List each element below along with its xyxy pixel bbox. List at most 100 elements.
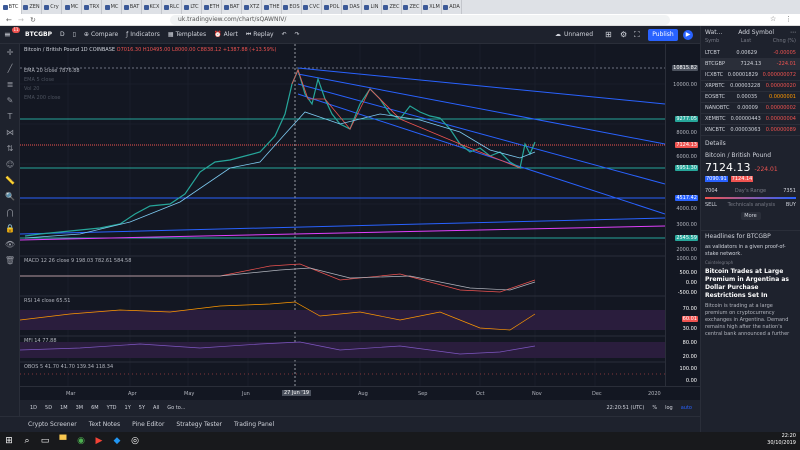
- browser-tab[interactable]: TRX: [82, 0, 102, 14]
- more-icon[interactable]: ⋯: [790, 29, 796, 36]
- prediction-icon[interactable]: ⇅: [0, 140, 20, 156]
- legend-macd[interactable]: MACD 12 26 close 9 198.03 782.61 584.58: [24, 258, 131, 264]
- brush-icon[interactable]: ✎: [0, 92, 20, 108]
- chart-area[interactable]: Bitcoin / British Pound 1D COINBASE O701…: [19, 44, 666, 396]
- browser-tab[interactable]: CVC: [302, 0, 322, 14]
- scale-auto[interactable]: auto: [681, 405, 692, 411]
- browser-tab[interactable]: ADA: [442, 0, 462, 14]
- watchlist-row[interactable]: ICXBTC 0.00001829 0.000000072: [701, 70, 800, 81]
- replay-button[interactable]: ⏮ Replay: [246, 31, 274, 39]
- range-all[interactable]: All: [153, 405, 159, 411]
- task-view-icon[interactable]: ▭: [38, 434, 52, 448]
- publish-button[interactable]: Publish: [648, 29, 678, 41]
- watchlist-row[interactable]: EOSBTC 0.00035 0.0000001: [701, 92, 800, 103]
- watchlist-row[interactable]: LTCBT 0.00629 -0.00005: [701, 48, 800, 59]
- goto-button[interactable]: Go to...: [167, 405, 185, 411]
- eye-icon[interactable]: 👁: [0, 236, 20, 252]
- range-1y[interactable]: 1Y: [125, 405, 131, 411]
- browser-tab[interactable]: ZEC: [402, 0, 422, 14]
- text-icon[interactable]: T: [0, 108, 20, 124]
- indicators-button[interactable]: ƒ Indicators: [126, 31, 160, 38]
- trendline-4[interactable]: [297, 93, 666, 215]
- details-header[interactable]: Details: [701, 138, 800, 150]
- browser-tab[interactable]: ZEN: [22, 0, 42, 14]
- lower-trendline[interactable]: [19, 217, 666, 235]
- compare-button[interactable]: ⊕ Compare: [84, 31, 118, 38]
- undo-icon[interactable]: ↶: [282, 31, 287, 38]
- browser-tab[interactable]: XTZ: [242, 0, 262, 14]
- news-item-2-title[interactable]: Bitcoin Trades at Large Premium in Argen…: [701, 265, 800, 303]
- layout-grid-icon[interactable]: ⊞: [605, 30, 612, 39]
- browser-tab[interactable]: MC: [102, 0, 122, 14]
- buy-label[interactable]: BUY: [786, 202, 796, 208]
- legend-mfi[interactable]: MFI 14 77.88: [24, 338, 57, 344]
- back-icon[interactable]: ←: [6, 16, 12, 24]
- headlines-title[interactable]: Headlines for BTCGBP: [701, 230, 800, 242]
- browser-tab[interactable]: BTC: [0, 0, 22, 14]
- browser-tab[interactable]: XLM: [422, 0, 442, 14]
- fullscreen-icon[interactable]: ⛶: [634, 30, 640, 40]
- zoom-icon[interactable]: 🔍: [0, 188, 20, 204]
- legend-ema-200[interactable]: EMA 200 close: [24, 95, 61, 101]
- ruler-icon[interactable]: 📏: [0, 172, 20, 188]
- tab-trading-panel[interactable]: Trading Panel: [234, 421, 274, 428]
- trash-icon[interactable]: 🗑: [0, 252, 20, 268]
- browser-tab[interactable]: BAT: [222, 0, 242, 14]
- scale-log[interactable]: log: [665, 405, 673, 411]
- tab-crypto-screener[interactable]: Crypto Screener: [28, 421, 77, 428]
- add-symbol-button[interactable]: Add Symbol: [738, 29, 774, 36]
- tab-strategy-tester[interactable]: Strategy Tester: [176, 421, 222, 428]
- browser-tab[interactable]: ETH: [202, 0, 222, 14]
- browser-tab[interactable]: KCX: [142, 0, 162, 14]
- chrome-icon[interactable]: ◉: [74, 434, 88, 448]
- watchlist-row[interactable]: KNCBTC 0.00003063 0.00000089: [701, 125, 800, 136]
- redo-icon[interactable]: ↷: [295, 31, 300, 38]
- browser-tab[interactable]: LTC: [182, 0, 202, 14]
- windows-start-icon[interactable]: ⊞: [2, 434, 16, 448]
- app-icon-2[interactable]: ◆: [110, 434, 124, 448]
- range-6m[interactable]: 6M: [91, 405, 99, 411]
- forward-icon[interactable]: →: [18, 16, 24, 24]
- range-1m[interactable]: 1M: [60, 405, 68, 411]
- browser-tab[interactable]: Cry: [42, 0, 62, 14]
- trendline-icon[interactable]: ╱: [0, 60, 20, 76]
- news-item-1[interactable]: as validators in a given proof-of-stake …: [701, 242, 800, 260]
- file-explorer-icon[interactable]: ▀: [56, 434, 70, 448]
- browser-tab[interactable]: POL: [322, 0, 342, 14]
- legend-ema-5[interactable]: EMA 5 close: [24, 77, 54, 83]
- interval-button[interactable]: D: [60, 31, 65, 38]
- crosshair-icon[interactable]: ✛: [0, 44, 20, 60]
- templates-button[interactable]: ▦ Templates: [168, 31, 206, 38]
- range-ytd[interactable]: YTD: [107, 405, 117, 411]
- settings-gear-icon[interactable]: ⚙: [620, 30, 627, 39]
- browser-tab[interactable]: LIN: [362, 0, 382, 14]
- watchlist-row[interactable]: XRPBTC 0.00003228 0.00000020: [701, 81, 800, 92]
- star-icon[interactable]: ☆: [770, 15, 776, 23]
- watchlist-row[interactable]: BTCGBP 7124.13 -224.01: [701, 59, 800, 70]
- layout-name-button[interactable]: ☁ Unnamed: [555, 31, 593, 38]
- col-symbol[interactable]: Symb: [705, 38, 719, 48]
- symbol-search[interactable]: BTCGBP: [25, 31, 52, 38]
- time-axis[interactable]: Mar Apr May Jun 27 Jun '19 Aug Sep Oct N…: [20, 386, 700, 400]
- col-last[interactable]: Last: [741, 38, 751, 48]
- lock-icon[interactable]: 🔒: [0, 220, 20, 236]
- menu-icon[interactable]: ⋮: [785, 15, 792, 23]
- search-icon[interactable]: ⌕: [20, 434, 34, 448]
- browser-tab[interactable]: MC: [62, 0, 82, 14]
- legend-vol[interactable]: Vol 20: [24, 86, 39, 92]
- browser-tab[interactable]: BAT: [122, 0, 142, 14]
- app-icon-3[interactable]: ◎: [128, 434, 142, 448]
- icon-tool-icon[interactable]: ☺: [0, 156, 20, 172]
- browser-tab[interactable]: ZEC: [382, 0, 402, 14]
- watchlist-row[interactable]: XEMBTC 0.00000443 0.00000004: [701, 114, 800, 125]
- range-3m[interactable]: 3M: [76, 405, 84, 411]
- fib-icon[interactable]: ≣: [0, 76, 20, 92]
- candle-style-icon[interactable]: ▯: [73, 31, 76, 38]
- range-5d[interactable]: 5D: [45, 405, 52, 411]
- url-field[interactable]: uk.tradingview.com/chart/sQAWNIV/: [170, 15, 670, 25]
- sell-label[interactable]: SELL: [705, 202, 717, 208]
- reload-icon[interactable]: ↻: [30, 16, 36, 24]
- browser-tab[interactable]: DAS: [342, 0, 362, 14]
- play-icon[interactable]: ▶: [683, 30, 693, 40]
- more-button[interactable]: More: [740, 212, 761, 220]
